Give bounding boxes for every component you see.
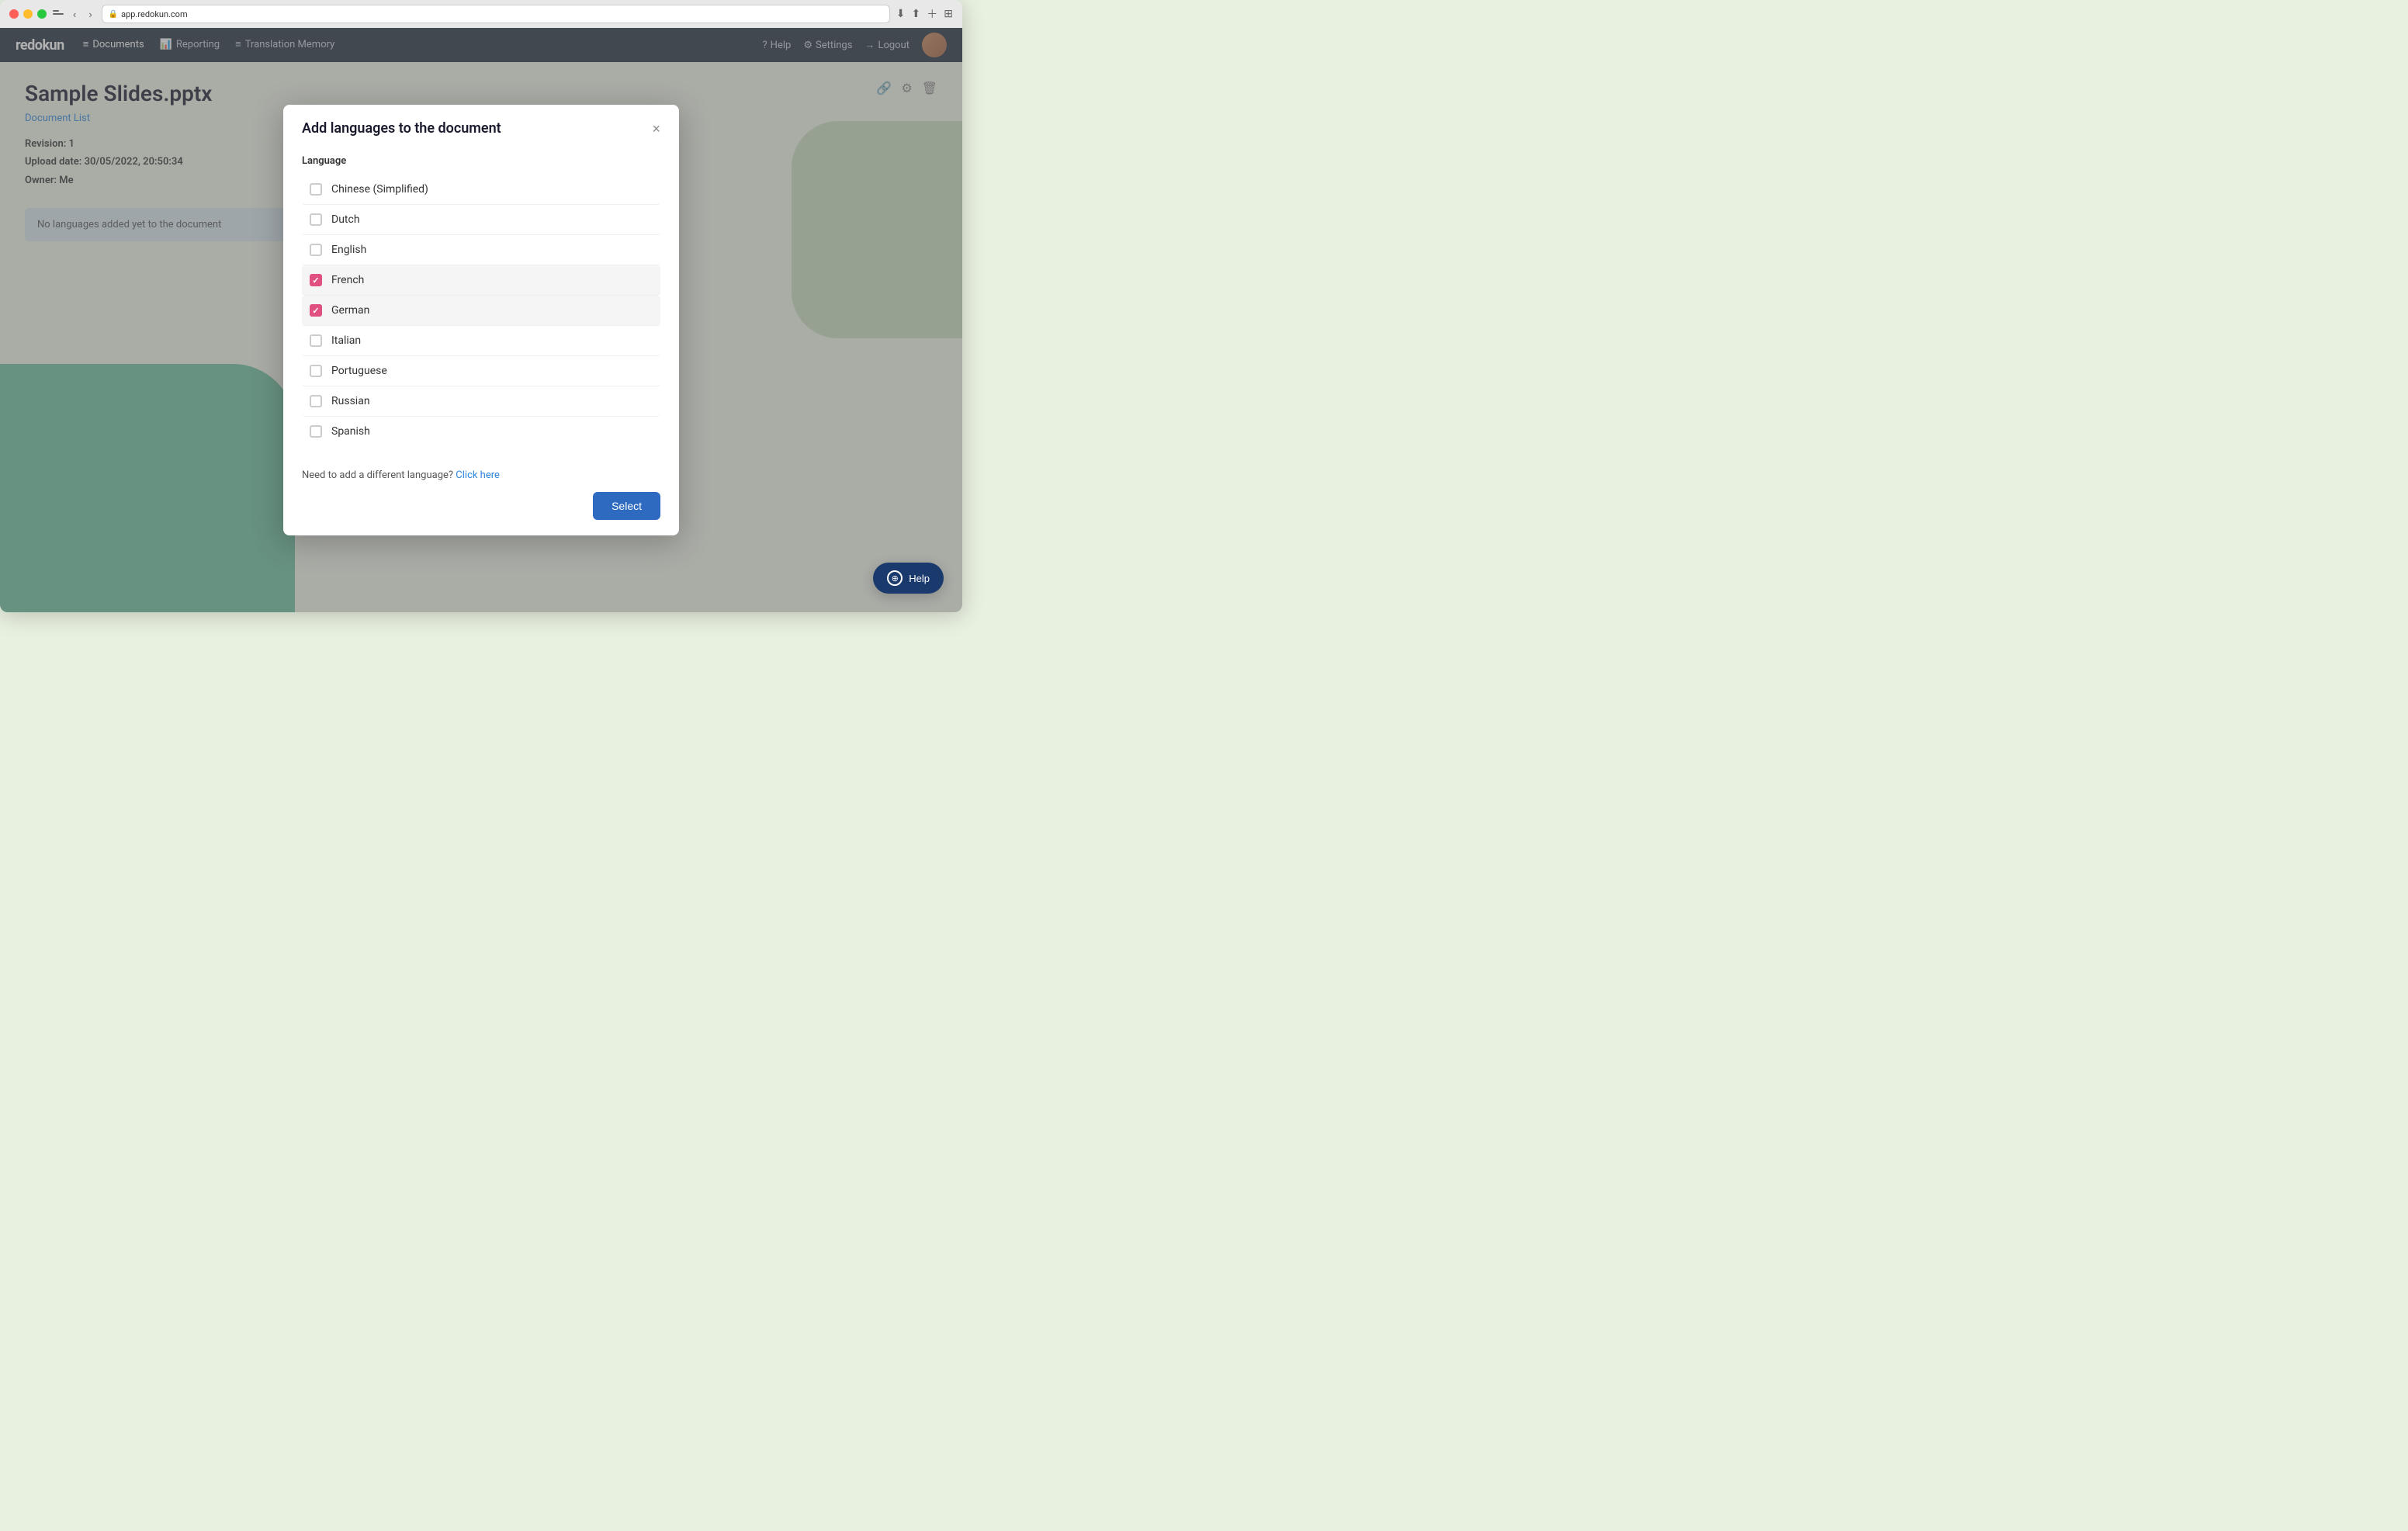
language-column-header: Language [302,149,660,175]
app-container: redokun ≡ Documents 📊 Reporting ≡ Transl… [0,28,962,612]
minimize-button[interactable] [23,9,33,19]
language-checkbox[interactable] [310,183,322,196]
modal-overlay: Add languages to the document × Language… [0,28,962,612]
new-tab-icon[interactable]: ＋ [927,6,937,22]
close-button[interactable] [9,9,19,19]
language-item[interactable]: Spanish [302,417,660,446]
language-item[interactable]: Russian [302,386,660,417]
language-name: German [331,304,369,317]
click-here-link[interactable]: Click here [456,469,500,481]
language-item[interactable]: English [302,235,660,265]
language-item[interactable]: Chinese (Simplified) [302,175,660,205]
modal-footer: Need to add a different language? Click … [283,459,679,535]
language-name: Italian [331,334,361,347]
language-name: Russian [331,395,370,407]
language-checkbox[interactable] [310,334,322,347]
language-name: Dutch [331,213,360,226]
language-name: French [331,274,364,286]
browser-actions: ⬇ ⬆ ＋ ⊞ [896,6,953,22]
language-checkbox[interactable] [310,395,322,407]
download-icon[interactable]: ⬇ [896,8,906,20]
language-checkbox[interactable] [310,425,322,438]
select-button[interactable]: Select [593,492,660,520]
traffic-lights [9,9,47,19]
language-item[interactable]: Italian [302,326,660,356]
language-item[interactable]: German [302,296,660,326]
modal-close-button[interactable]: × [652,122,660,136]
language-name: Chinese (Simplified) [331,183,428,196]
modal-body: Language Chinese (Simplified) Dutch Englis… [283,149,679,459]
language-checkbox[interactable] [310,274,322,286]
maximize-button[interactable] [37,9,47,19]
help-fab-icon: ⊕ [887,570,903,586]
language-checkbox[interactable] [310,304,322,317]
modal-header: Add languages to the document × [283,105,679,149]
url-text: app.redokun.com [121,9,187,19]
language-list: Chinese (Simplified) Dutch English French Ge… [302,175,660,446]
modal-dialog: Add languages to the document × Language… [283,105,679,535]
language-name: Portuguese [331,365,387,377]
sidebar-toggle-icon[interactable] [53,10,64,18]
help-fab-label: Help [909,573,930,584]
share-icon[interactable]: ⬆ [912,8,921,20]
language-checkbox[interactable] [310,244,322,256]
language-item[interactable]: Dutch [302,205,660,235]
back-button[interactable]: ‹ [70,7,79,22]
language-item[interactable]: French [302,265,660,296]
forward-button[interactable]: › [85,7,95,22]
language-name: Spanish [331,425,370,438]
modal-title: Add languages to the document [302,120,501,137]
language-checkbox[interactable] [310,213,322,226]
browser-toolbar: ‹ › 🔒 app.redokun.com ⬇ ⬆ ＋ ⊞ [0,0,962,28]
language-checkbox[interactable] [310,365,322,377]
different-language-text: Need to add a different language? Click … [302,469,660,481]
grid-icon[interactable]: ⊞ [944,8,953,20]
url-bar[interactable]: 🔒 app.redokun.com [102,5,890,23]
lock-icon: 🔒 [109,10,118,19]
language-item[interactable]: Portuguese [302,356,660,386]
help-fab-button[interactable]: ⊕ Help [873,563,944,594]
modal-actions: Select [302,492,660,520]
language-name: English [331,244,366,256]
